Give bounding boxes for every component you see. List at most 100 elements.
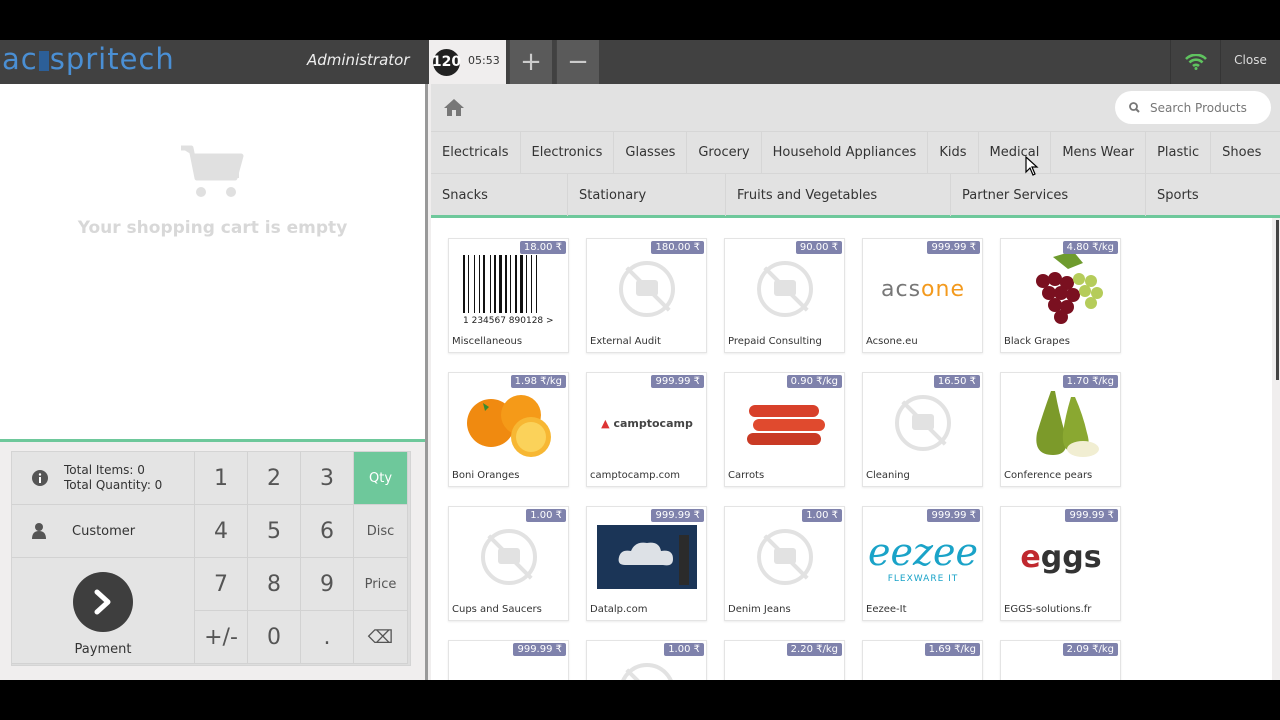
- key-3[interactable]: 3: [301, 452, 354, 505]
- total-items: Total Items: 0: [64, 463, 145, 477]
- category-plastic[interactable]: Plastic: [1146, 132, 1212, 173]
- product-card[interactable]: 4.80 ₹/kg Black Grapes: [1000, 238, 1121, 353]
- product-image: [1009, 653, 1113, 680]
- key-4[interactable]: 4: [195, 505, 248, 558]
- key-6[interactable]: 6: [301, 505, 354, 558]
- key-7[interactable]: 7: [195, 558, 248, 611]
- product-card[interactable]: 1.70 ₹/kg Conference pears: [1000, 372, 1121, 487]
- category-partner-services[interactable]: Partner Services: [951, 174, 1146, 216]
- product-name: Black Grapes: [1004, 336, 1070, 347]
- add-order-button[interactable]: +: [509, 40, 552, 84]
- key-9[interactable]: 9: [301, 558, 354, 611]
- category-grocery[interactable]: Grocery: [687, 132, 762, 173]
- product-card[interactable]: 999.99 ₹: [448, 640, 569, 680]
- product-name: camptocamp.com: [590, 470, 681, 481]
- order-summary-button[interactable]: Total Items: 0 Total Quantity: 0: [12, 452, 195, 505]
- category-medical[interactable]: Medical: [979, 132, 1052, 173]
- user-icon: [32, 523, 46, 539]
- category-mens-wear[interactable]: Mens Wear: [1051, 132, 1147, 173]
- numpad: Total Items: 0 Total Quantity: 0 Custome…: [11, 451, 411, 666]
- category-stationary[interactable]: Stationary: [568, 174, 726, 216]
- price-badge: 2.09 ₹/kg: [1062, 643, 1118, 656]
- category-household-appliances[interactable]: Household Appliances: [762, 132, 929, 173]
- category-shoes[interactable]: Shoes: [1211, 132, 1272, 173]
- product-image: [1009, 251, 1113, 327]
- product-card[interactable]: eggs 999.99 ₹ EGGS-solutions.fr: [1000, 506, 1121, 621]
- key-5[interactable]: 5: [248, 505, 301, 558]
- product-name: Prepaid Consulting: [728, 336, 822, 347]
- price-badge: 1.00 ₹: [802, 509, 842, 522]
- product-card[interactable]: 2.20 ₹/kg: [724, 640, 845, 680]
- category-glasses[interactable]: Glasses: [614, 132, 688, 173]
- backspace-key[interactable]: ⌫: [354, 611, 408, 664]
- control-panel: Total Items: 0 Total Quantity: 0 Custome…: [0, 439, 425, 680]
- product-name: Datalp.com: [590, 604, 648, 615]
- order-tab[interactable]: 120 05:53: [429, 40, 506, 84]
- category-electricals[interactable]: Electricals: [431, 132, 521, 173]
- product-card[interactable]: 2.09 ₹/kg: [1000, 640, 1121, 680]
- key-0[interactable]: 0: [248, 611, 301, 664]
- product-list: 1 234567 890128 > 18.00 ₹ Miscellaneous …: [431, 218, 1272, 680]
- product-card[interactable]: 90.00 ₹ Prepaid Consulting: [724, 238, 845, 353]
- payment-button[interactable]: Payment: [12, 558, 195, 664]
- product-card[interactable]: 1 234567 890128 > 18.00 ₹ Miscellaneous: [448, 238, 569, 353]
- product-card[interactable]: 1.69 ₹/kg: [862, 640, 983, 680]
- svg-text:1 234567 890128 >: 1 234567 890128 >: [463, 316, 554, 325]
- key-8[interactable]: 8: [248, 558, 301, 611]
- product-name: Cleaning: [866, 470, 910, 481]
- remove-order-button[interactable]: −: [556, 40, 599, 84]
- product-image: [457, 385, 561, 461]
- product-image: acsone: [871, 251, 975, 327]
- price-badge: 1.69 ₹/kg: [924, 643, 980, 656]
- category-kids[interactable]: Kids: [928, 132, 979, 173]
- product-card[interactable]: acsone 999.99 ₹ Acsone.eu: [862, 238, 983, 353]
- product-card[interactable]: ▲ camptocamp 999.99 ₹ camptocamp.com: [586, 372, 707, 487]
- no-image-icon: [757, 261, 813, 317]
- category-fruits-and-vegetables[interactable]: Fruits and Vegetables: [726, 174, 951, 216]
- price-badge: 16.50 ₹: [933, 375, 980, 388]
- pears-image: [1036, 391, 1099, 457]
- category-row: Electricals Electronics Glasses Grocery Hous…: [431, 132, 1280, 174]
- product-card[interactable]: 180.00 ₹ External Audit: [586, 238, 707, 353]
- price-badge: 2.20 ₹/kg: [786, 643, 842, 656]
- category-electronics[interactable]: Electronics: [521, 132, 615, 173]
- price-mode-button[interactable]: Price: [354, 558, 408, 611]
- close-button[interactable]: Close: [1220, 40, 1280, 84]
- product-image: [733, 519, 837, 595]
- product-card[interactable]: 1.00 ₹ Denim Jeans: [724, 506, 845, 621]
- decimal-key[interactable]: .: [301, 611, 354, 664]
- search-input[interactable]: Search Products: [1115, 91, 1271, 124]
- oranges-image: [467, 395, 551, 457]
- customer-button[interactable]: Customer: [12, 505, 195, 558]
- no-image-icon: [619, 261, 675, 317]
- key-1[interactable]: 1: [195, 452, 248, 505]
- product-card[interactable]: 999.99 ₹ Datalp.com: [586, 506, 707, 621]
- qty-mode-button[interactable]: Qty: [354, 452, 408, 505]
- price-badge: 180.00 ₹: [651, 241, 704, 254]
- camptocamp-logo: ▲ camptocamp: [601, 416, 693, 430]
- product-image: [595, 519, 699, 595]
- category-sports[interactable]: Sports: [1146, 174, 1228, 216]
- pos-window: ac spritech Administrator 120 05:53 + − C…: [0, 40, 1280, 680]
- wifi-icon: [1170, 40, 1220, 84]
- product-card[interactable]: 1.98 ₹/kg Boni Oranges: [448, 372, 569, 487]
- product-card[interactable]: 1.00 ₹: [586, 640, 707, 680]
- price-badge: 90.00 ₹: [795, 241, 842, 254]
- product-card[interactable]: 0.90 ₹/kg Carrots: [724, 372, 845, 487]
- key-2[interactable]: 2: [248, 452, 301, 505]
- product-card[interactable]: 16.50 ₹ Cleaning: [862, 372, 983, 487]
- sign-toggle-key[interactable]: +/-: [195, 611, 248, 664]
- empty-cart: Your shopping cart is empty: [0, 144, 425, 238]
- discount-mode-button[interactable]: Disc: [354, 505, 408, 558]
- scrollbar[interactable]: [1276, 220, 1279, 380]
- breadcrumb-bar: Search Products: [431, 84, 1280, 131]
- carrots-image: [747, 405, 825, 445]
- product-card[interactable]: 1.00 ₹ Cups and Saucers: [448, 506, 569, 621]
- eggs-logo: eggs: [1020, 539, 1102, 575]
- product-image: [595, 251, 699, 327]
- product-image: [733, 251, 837, 327]
- home-icon[interactable]: [443, 98, 465, 117]
- product-card[interactable]: eezee FLEXWARE IT 999.99 ₹ Eezee-It: [862, 506, 983, 621]
- product-image: eezee FLEXWARE IT: [868, 519, 978, 595]
- category-snacks[interactable]: Snacks: [431, 174, 568, 216]
